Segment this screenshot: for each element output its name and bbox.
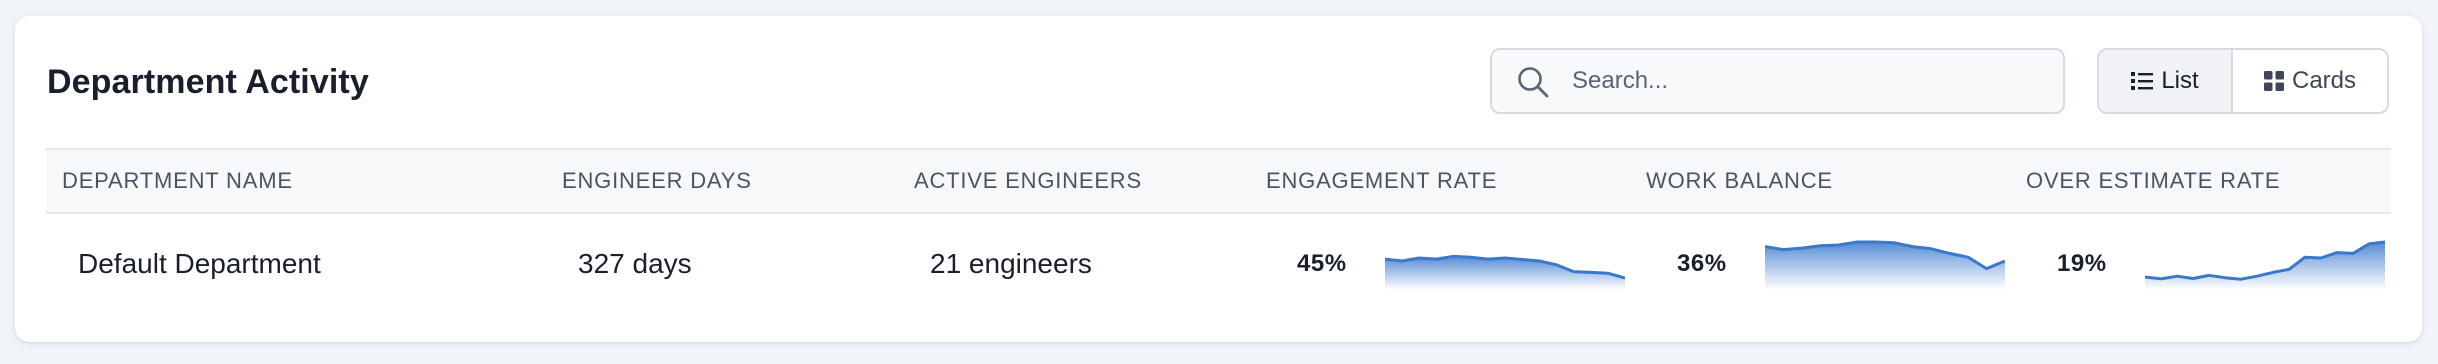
view-toggle: List Cards [2097, 48, 2389, 114]
over-estimate-rate-sparkline-area [2145, 242, 2385, 290]
column-header-active-engineers[interactable]: ACTIVE ENGINEERS [914, 150, 1142, 212]
column-header-work-balance[interactable]: WORK BALANCE [1646, 150, 1833, 212]
department-table: DEPARTMENT NAME ENGINEER DAYS ACTIVE ENG… [46, 148, 2391, 314]
table-row[interactable]: Default Department 327 days 21 engineers… [46, 214, 2391, 314]
search-box[interactable] [1490, 48, 2065, 114]
cell-over-estimate-rate: 19% [2057, 214, 2385, 314]
work-balance-sparkline [1765, 240, 2005, 290]
over-estimate-rate-value: 19% [2057, 250, 2107, 277]
page-title: Department Activity [47, 63, 369, 101]
search-icon [1518, 67, 1549, 98]
column-header-department-name[interactable]: DEPARTMENT NAME [62, 150, 293, 212]
column-header-engineer-days[interactable]: ENGINEER DAYS [562, 150, 752, 212]
engagement-rate-sparkline [1385, 254, 1625, 290]
work-balance-value: 36% [1677, 250, 1727, 277]
column-header-engagement-rate[interactable]: ENGAGEMENT RATE [1266, 150, 1497, 212]
column-header-over-estimate-rate[interactable]: OVER ESTIMATE RATE [2026, 150, 2280, 212]
department-activity-card: Department Activity List [15, 16, 2422, 342]
cards-view-label: Cards [2291, 67, 2357, 94]
table-header: DEPARTMENT NAME ENGINEER DAYS ACTIVE ENG… [46, 148, 2391, 214]
over-estimate-rate-sparkline [2145, 240, 2385, 290]
cell-work-balance: 36% [1677, 214, 2005, 314]
list-view-label: List [2161, 67, 2199, 94]
cell-engagement-rate: 45% [1297, 214, 1625, 314]
search-input[interactable] [1572, 50, 2047, 112]
cell-department-name: Default Department [78, 248, 321, 279]
cell-engineer-days: 327 days [578, 248, 692, 279]
cards-view-button[interactable]: Cards [2233, 50, 2387, 112]
grid-icon [2263, 71, 2284, 91]
engagement-rate-value: 45% [1297, 250, 1347, 277]
list-view-button[interactable]: List [2099, 50, 2233, 112]
list-icon [2131, 72, 2154, 90]
cell-active-engineers: 21 engineers [930, 248, 1092, 279]
